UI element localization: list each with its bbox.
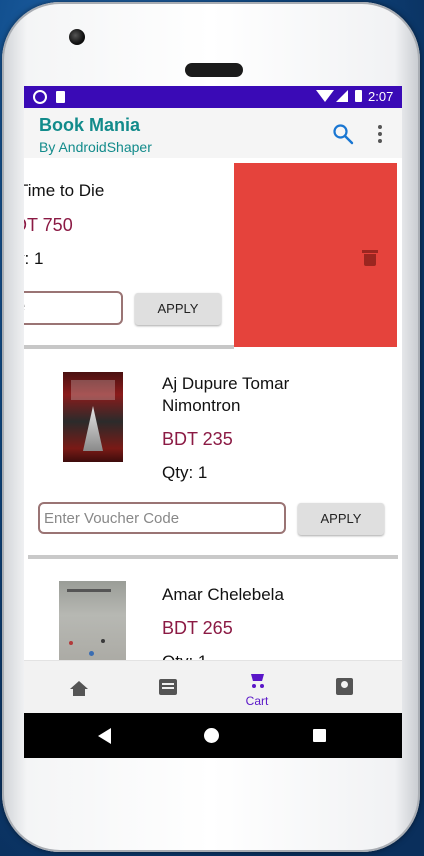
item-qty: Qty: 1: [162, 463, 208, 482]
swiped-item-content: Time to Die DT 750 y: 1 e APPLY: [24, 163, 234, 349]
home-circle-icon[interactable]: [204, 728, 219, 743]
status-time: 2:07: [368, 89, 394, 104]
nav-cart[interactable]: Cart: [222, 661, 292, 714]
home-icon: [70, 681, 88, 696]
item-price: BDT 235: [162, 429, 233, 449]
swiped-cart-item[interactable]: Time to Die DT 750 y: 1 e APPLY: [24, 163, 402, 349]
app-screen: 2:07 Book Mania By AndroidShaper Time to…: [24, 86, 402, 758]
recents-icon[interactable]: [313, 729, 326, 742]
signal-icon: [336, 90, 348, 102]
book-cover-image: [59, 581, 126, 660]
item-qty: Qty: 1: [162, 652, 207, 660]
sd-card-icon: [56, 91, 65, 103]
item-price: DT 750: [24, 215, 73, 235]
cart-item: Amar Chelebela BDT 265 Qty: 1: [28, 559, 398, 660]
item-title: Amar Chelebela: [162, 585, 284, 604]
item-title: Aj Dupure Tomar Nimontron: [162, 374, 290, 415]
nav-cart-label: Cart: [245, 694, 269, 708]
wifi-icon: [316, 90, 334, 102]
status-bar: 2:07: [24, 86, 402, 108]
item-price: BDT 265: [162, 618, 233, 638]
apply-button[interactable]: APPLY: [298, 503, 384, 535]
chat-icon: [159, 679, 177, 695]
nav-chat[interactable]: [133, 661, 203, 714]
trash-icon[interactable]: [362, 250, 378, 266]
item-title: Time to Die: [24, 181, 105, 200]
nav-home[interactable]: [44, 661, 114, 714]
app-title: Book Mania: [39, 115, 141, 135]
system-navigation-bar: [24, 713, 402, 758]
bottom-navigation: Cart: [24, 660, 402, 714]
front-camera: [69, 29, 85, 45]
search-icon[interactable]: [331, 122, 355, 146]
app-subtitle: By AndroidShaper: [39, 139, 152, 155]
item-qty: y: 1: [24, 249, 44, 268]
voucher-input[interactable]: [44, 507, 280, 529]
cart-item: Aj Dupure Tomar Nimontron BDT 235 Qty: 1…: [28, 349, 398, 559]
contact-icon: [336, 678, 353, 695]
notification-icon: [33, 90, 47, 104]
earpiece-speaker: [185, 63, 243, 77]
delete-swipe-background[interactable]: [234, 163, 397, 347]
voucher-input-text: e: [24, 298, 25, 315]
battery-icon: [355, 90, 362, 102]
voucher-input[interactable]: e: [24, 291, 123, 325]
back-icon[interactable]: [98, 728, 111, 744]
more-vert-icon[interactable]: [373, 122, 387, 146]
book-cover-image: [63, 372, 123, 462]
nav-account[interactable]: [310, 661, 380, 714]
app-bar: Book Mania By AndroidShaper: [24, 108, 402, 158]
cart-list[interactable]: Time to Die DT 750 y: 1 e APPLY Aj Dupur…: [24, 158, 402, 660]
voucher-field[interactable]: [38, 502, 286, 534]
apply-button[interactable]: APPLY: [135, 293, 221, 325]
cart-icon: [248, 671, 266, 689]
